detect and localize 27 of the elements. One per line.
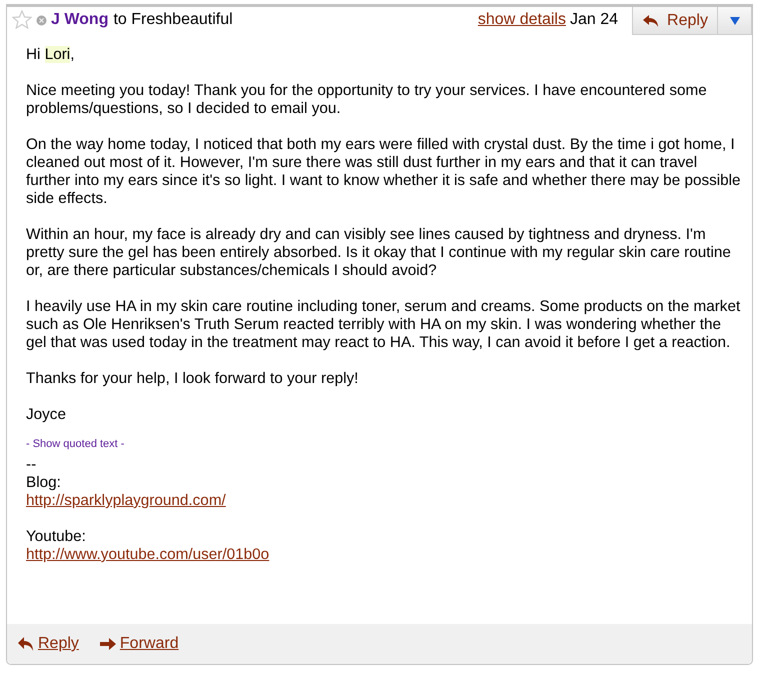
youtube-link[interactable]: http://www.youtube.com/user/01b0o [26, 546, 270, 563]
paragraph: I heavily use HA in my skin care routine including toner, serum and creams. Some products on the market such as Ole Henriksen's Truth Serum reacted terribly with HA on my skin. I was wondering whether the gel that was used today in the treatment may react to HA. This way, I can avoid it before I get a reaction. [26, 298, 742, 352]
paragraph: Within an hour, my face is already dry and can visibly see lines caused by tightness and dryness. I'm pretty sure the gel has been entirely absorbed. Is it okay that I continue with my regular skin care routine or, are there particular substances/chemicals I should avoid? [26, 226, 732, 280]
youtube-label: Youtube: [26, 528, 87, 546]
paragraph: Nice meeting you today! Thank you for the opportunity to try your services. I have encountered some problems/questions, so I decided to email you. [26, 82, 708, 118]
paragraph: Joyce [26, 406, 67, 424]
forward-link[interactable]: Forward [120, 635, 179, 653]
more-options-button[interactable] [718, 7, 752, 35]
message-date: Jan 24 [570, 11, 618, 29]
star-icon[interactable] [12, 10, 32, 30]
show-details-link[interactable]: show details [478, 11, 566, 29]
show-quoted-text-link[interactable]: - Show quoted text - [26, 438, 742, 450]
paragraph: On the way home today, I noticed that both my ears were filled with crystal dust. By the time i got home, I cleaned out most of it. However, I'm sure there was still dust further in my ears and that it can travel further into my ears since it's so light. I want to know whether it is safe and whether there may be possible side effects. [26, 136, 742, 208]
recipient-text: to Freshbeautiful [113, 11, 233, 29]
paragraph: Thanks for your help, I look forward to your reply! [26, 370, 360, 388]
reply-button[interactable]: Reply [632, 7, 718, 35]
signature-separator: -- [26, 456, 38, 474]
status-icon [36, 14, 47, 26]
dropdown-arrow-icon [730, 16, 740, 24]
blog-label: Blog: [26, 474, 62, 492]
reply-link[interactable]: Reply [38, 635, 79, 653]
blog-link[interactable]: http://sparklyplayground.com/ [26, 492, 226, 509]
reply-icon[interactable] [17, 636, 35, 652]
greeting: Hi Lori, [26, 46, 76, 64]
reply-icon [642, 14, 660, 28]
sender-name: J Wong [51, 11, 108, 29]
forward-icon[interactable] [98, 637, 117, 651]
